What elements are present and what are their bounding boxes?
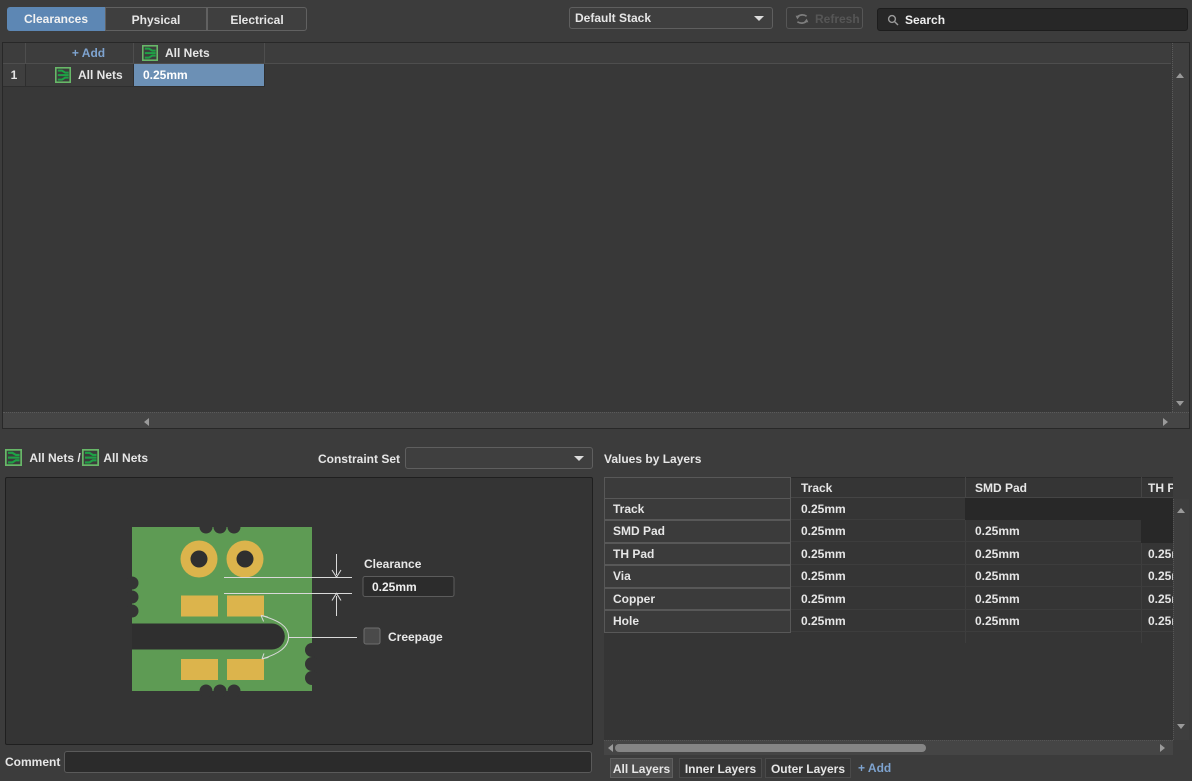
svg-text:0.25mm: 0.25mm	[372, 580, 417, 594]
svg-text:Creepage: Creepage	[388, 630, 443, 644]
svg-text:Clearance: Clearance	[364, 557, 422, 571]
